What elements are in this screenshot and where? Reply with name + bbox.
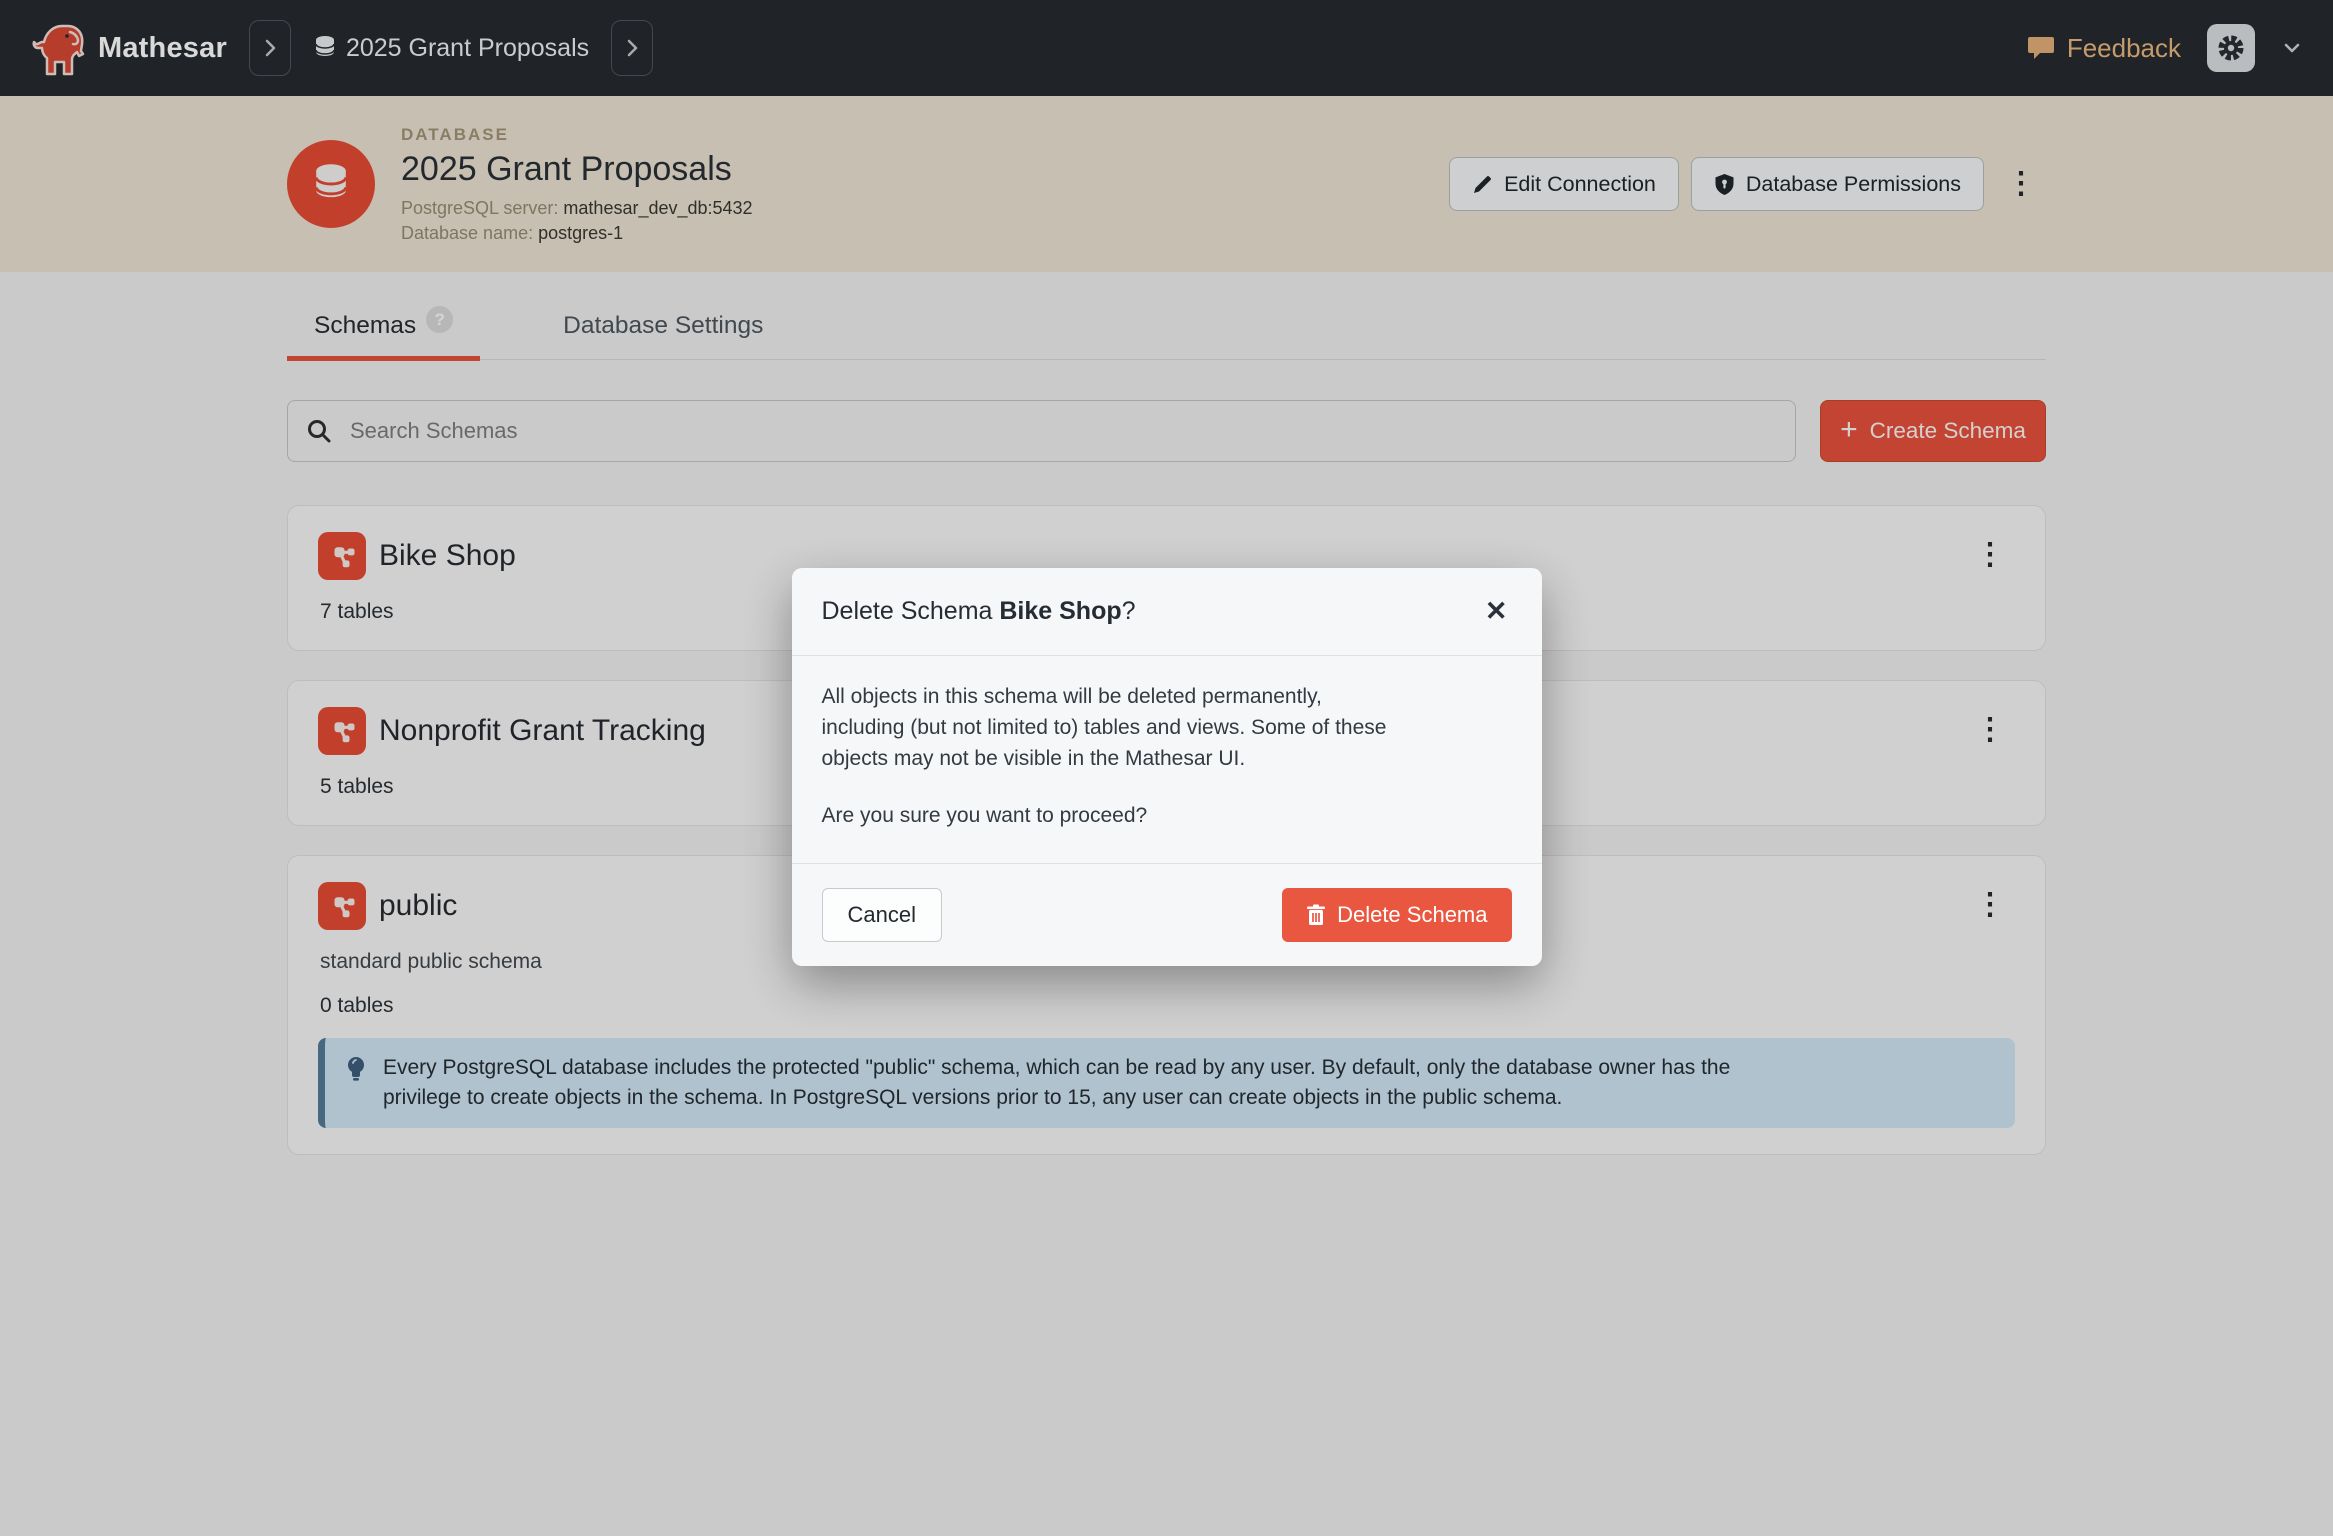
trash-icon: [1307, 904, 1326, 926]
delete-schema-modal: Delete Schema Bike Shop? ✕ All objects i…: [791, 568, 1542, 967]
close-icon[interactable]: ✕: [1481, 594, 1512, 629]
modal-confirm-question: Are you sure you want to proceed?: [821, 803, 1148, 827]
modal-footer: Cancel Delete Schema: [791, 863, 1542, 966]
modal-title: Delete Schema Bike Shop?: [821, 597, 1136, 625]
modal-body: All objects in this schema will be delet…: [792, 656, 1542, 863]
modal-header: Delete Schema Bike Shop? ✕: [791, 568, 1542, 656]
cancel-button[interactable]: Cancel: [821, 888, 942, 943]
modal-schema-name: Bike Shop: [999, 597, 1122, 625]
delete-schema-button[interactable]: Delete Schema: [1282, 888, 1512, 943]
modal-warning-text: All objects in this schema will be delet…: [821, 685, 1387, 770]
